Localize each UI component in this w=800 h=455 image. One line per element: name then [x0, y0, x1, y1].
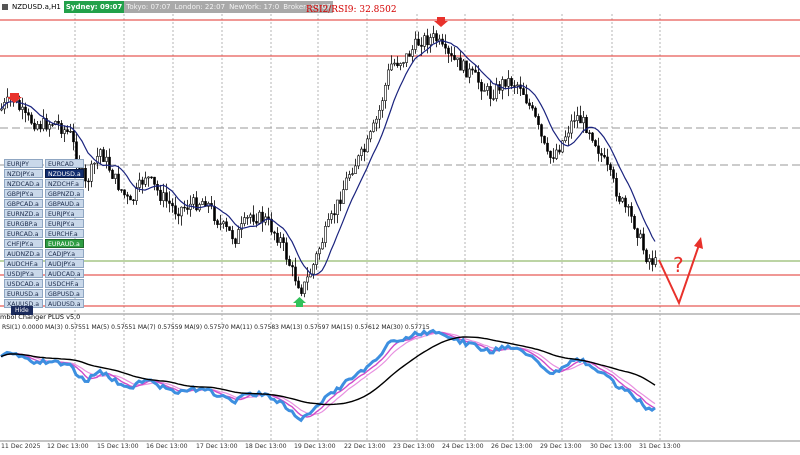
symbol-button[interactable]: USDCAD.a — [4, 279, 43, 288]
session-london: London: 22:07 — [172, 1, 228, 13]
symbol-button[interactable]: EURJPY.a — [45, 219, 84, 228]
session-tokyo: Tokyo: 07:07 — [124, 1, 173, 13]
indicator-values-line: RSI(1) 0.0000 MA(3) 0.57551 MA(5) 0.5755… — [2, 324, 430, 331]
rsi-indicator-pane — [0, 328, 656, 423]
symbol-button-selected[interactable]: NZDUSD.a — [45, 169, 84, 178]
date-label: 12 Dec 13:00 — [47, 443, 89, 450]
session-bar: NZDUSD.a,H1 Sydney: 09:07 Tokyo: 07:07 L… — [0, 0, 333, 14]
symbol-button[interactable]: EURGBP.a — [4, 219, 43, 228]
symbol-button[interactable]: CHFJPY.a — [4, 239, 43, 248]
date-label: 24 Dec 13:00 — [442, 443, 484, 450]
day-separators — [74, 14, 661, 441]
symbol-changer-title: mbol Changer PLUS v5.0 — [0, 313, 81, 321]
prediction-arrowhead-icon — [694, 237, 703, 249]
date-label: 19 Dec 13:00 — [294, 443, 336, 450]
date-label: 11 Dec 2025 — [1, 443, 41, 450]
symbol-button[interactable]: GBPNZD.a — [45, 189, 84, 198]
symbol-button[interactable]: AUDCAD.a — [45, 269, 84, 278]
date-label: 30 Dec 13:00 — [590, 443, 632, 450]
symbol-button[interactable]: USDJPY.a — [4, 269, 43, 278]
question-mark: ? — [673, 253, 684, 277]
symbol-button[interactable]: EURCHF.a — [45, 229, 84, 238]
symbol-button[interactable]: EURUSD.a — [4, 289, 43, 298]
date-label: 16 Dec 13:00 — [146, 443, 188, 450]
date-label: 23 Dec 13:00 — [393, 443, 435, 450]
symbol-button[interactable]: GBPUSD.a — [45, 289, 84, 298]
symbol-button[interactable]: EURCAD.a — [4, 229, 43, 238]
date-label: 15 Dec 13:00 — [97, 443, 139, 450]
rsi-value-label: RSI2/RSI9: 32.8502 — [306, 5, 397, 15]
symbol-button[interactable]: NZDCAD.a — [4, 179, 43, 188]
symbol-button[interactable]: NZDJPY.a — [4, 169, 43, 178]
symbol-button[interactable]: GBPCAD.a — [4, 199, 43, 208]
date-label: 18 Dec 13:00 — [245, 443, 287, 450]
symbol-button[interactable]: EURJPY.a — [45, 209, 84, 218]
date-label: 17 Dec 13:00 — [196, 443, 238, 450]
symbol-button[interactable]: AUDCHF.a — [4, 259, 43, 268]
symbol-button[interactable]: AUDJPY.a — [45, 259, 84, 268]
session-newyork: NewYork: 17:0 — [227, 1, 282, 13]
chart-area[interactable]: ? — [0, 0, 800, 455]
symbol-button[interactable]: EURNZD.a — [4, 209, 43, 218]
symbol-button[interactable]: EURCAD — [45, 159, 84, 168]
symbol-button[interactable]: NZDCHF.a — [45, 179, 84, 188]
symbol-button[interactable]: EURJPY — [4, 159, 43, 168]
symbol-button[interactable]: AUDNZD.a — [4, 249, 43, 258]
symbol-title: NZDUSD.a,H1 — [12, 3, 61, 11]
session-sydney: Sydney: 09:07 — [63, 1, 125, 13]
symbol-button[interactable]: GBPAUD.a — [45, 199, 84, 208]
symbol-button[interactable]: AUDUSD.a — [45, 299, 84, 308]
symbol-button[interactable]: GBPJPY.a — [4, 189, 43, 198]
window-icon — [2, 4, 8, 10]
date-label: 29 Dec 13:00 — [540, 443, 582, 450]
symbol-button[interactable]: USDCHF.a — [45, 279, 84, 288]
symbol-button-active[interactable]: EURAUD.a — [45, 239, 84, 248]
symbol-changer-panel: EURJPY EURCAD NZDJPY.a NZDUSD.a NZDCAD.a NZ… — [4, 159, 86, 309]
date-label: 22 Dec 13:00 — [344, 443, 386, 450]
symbol-button[interactable]: CADJPY.a — [45, 249, 84, 258]
date-label: 31 Dec 13:00 — [639, 443, 681, 450]
date-label: 26 Dec 13:00 — [491, 443, 533, 450]
sell-arrow-icon — [434, 17, 448, 27]
